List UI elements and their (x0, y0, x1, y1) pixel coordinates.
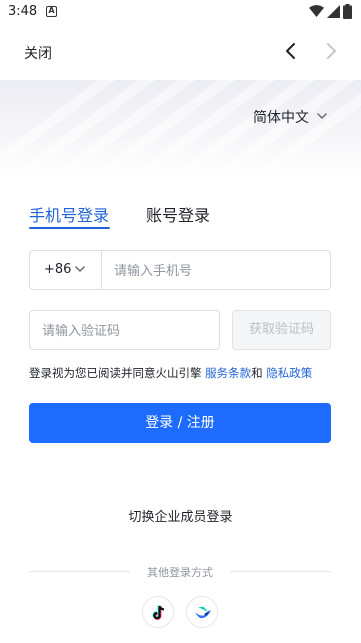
other-login-divider: 其他登录方式 (29, 564, 331, 580)
phone-field: +86 (29, 250, 331, 290)
language-label: 简体中文 (253, 110, 309, 126)
divider-line-right (230, 571, 331, 572)
active-tab-indicator (29, 227, 110, 229)
agreement-prefix: 登录视为您已阅读并同意火山引擎 (29, 366, 206, 380)
chevron-down-icon (75, 266, 85, 273)
wifi-icon (309, 5, 324, 17)
agreement-middle: 和 (251, 366, 267, 380)
enterprise-login-link[interactable]: 切换企业成员登录 (0, 506, 361, 525)
privacy-link[interactable]: 隐私政策 (266, 366, 312, 380)
get-code-button[interactable]: 获取验证码 (232, 310, 331, 350)
status-bar: 3:48 A (0, 0, 361, 24)
tiktok-icon (152, 605, 165, 620)
field-divider (101, 251, 102, 289)
code-field (29, 310, 220, 350)
terms-link[interactable]: 服务条款 (205, 366, 251, 380)
country-code: +86 (44, 262, 72, 277)
notification-icon: A (46, 6, 57, 17)
back-arrow-icon[interactable] (284, 42, 298, 60)
chevron-down-icon (317, 113, 327, 120)
signal-icon (327, 5, 340, 18)
code-input[interactable] (42, 321, 212, 341)
phone-input[interactable] (114, 261, 314, 281)
other-login-label: 其他登录方式 (147, 566, 213, 579)
close-button[interactable]: 关闭 (24, 43, 52, 63)
battery-icon (343, 4, 352, 19)
tab-phone-login[interactable]: 手机号登录 (29, 202, 109, 226)
status-time: 3:48 (8, 4, 38, 19)
decorative-stripes (0, 80, 361, 180)
nav-bar: 关闭 (0, 24, 361, 80)
tiktok-login-button[interactable] (142, 596, 174, 628)
header-background: 简体中文 (0, 80, 361, 180)
tab-account-login[interactable]: 账号登录 (146, 202, 210, 226)
login-register-button[interactable]: 登录 / 注册 (29, 403, 331, 443)
agreement-text: 登录视为您已阅读并同意火山引擎 服务条款和 隐私政策 (29, 365, 312, 381)
forward-arrow-icon[interactable] (324, 42, 338, 60)
lark-icon (195, 607, 211, 619)
lark-login-button[interactable] (186, 596, 218, 628)
